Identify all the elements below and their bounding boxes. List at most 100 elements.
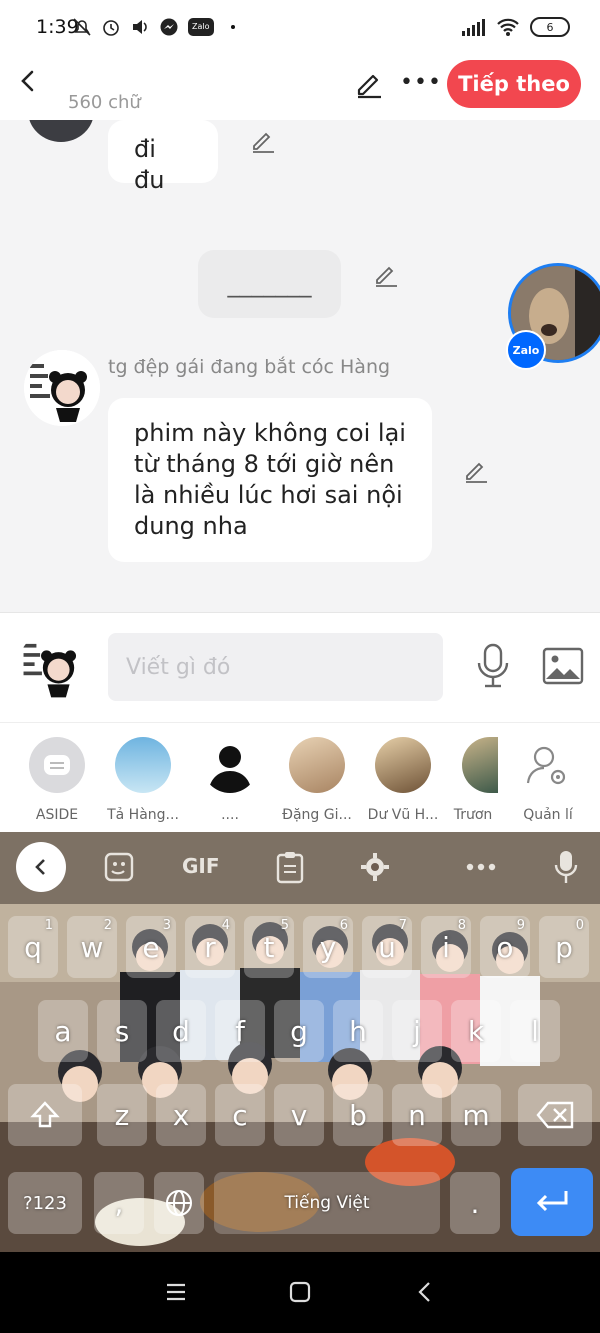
messenger-icon: [160, 18, 178, 36]
key-j[interactable]: j: [392, 1000, 442, 1062]
message-input[interactable]: [108, 633, 443, 701]
key-a[interactable]: a: [38, 1000, 88, 1062]
character-count: 560 chữ: [68, 92, 141, 113]
key-number: 5: [280, 918, 289, 933]
key-label: o: [496, 930, 514, 964]
comma-key[interactable]: ,: [94, 1172, 144, 1234]
status-bar: 1:39 Zalo 6: [0, 0, 600, 58]
more-icon[interactable]: [466, 862, 496, 872]
keyboard: GIF q1 w2 e3 r4 t5 y6 u7 i8 o9 p0 a s d …: [0, 832, 600, 1252]
gif-button[interactable]: GIF: [182, 854, 220, 878]
symbols-key[interactable]: ?123: [8, 1172, 82, 1234]
share-target[interactable]: Đặng Gi...: [277, 737, 357, 823]
key-label: q: [24, 930, 42, 964]
more-notifications-dot: [230, 25, 235, 29]
key-row-3: z x c v b n m: [0, 1084, 600, 1150]
key-t[interactable]: t5: [244, 916, 294, 978]
language-key[interactable]: [154, 1172, 204, 1234]
edit-message-icon[interactable]: [373, 262, 399, 288]
share-target[interactable]: ASIDE: [17, 737, 97, 823]
key-d[interactable]: d: [156, 1000, 206, 1062]
key-z[interactable]: z: [97, 1084, 147, 1146]
sticker-panda-icon: [18, 631, 88, 701]
sender-avatar: [24, 350, 100, 426]
next-button[interactable]: Tiếp theo: [447, 60, 581, 108]
key-label: t: [263, 930, 275, 964]
enter-key[interactable]: [511, 1168, 593, 1236]
key-p[interactable]: p0: [539, 916, 589, 978]
recent-apps-button[interactable]: [164, 1280, 188, 1304]
aside-icon: [29, 737, 85, 793]
back-button[interactable]: [14, 66, 44, 96]
key-number: 8: [457, 918, 466, 933]
message-bubble[interactable]: phim này không coi lại từ tháng 8 tới gi…: [108, 398, 432, 562]
backspace-key[interactable]: [518, 1084, 592, 1146]
share-target-label: ....: [221, 807, 239, 823]
key-number: 2: [103, 918, 112, 933]
microphone-button[interactable]: [474, 643, 512, 689]
contact-avatar: [289, 737, 345, 793]
share-target-label: Dư Vũ H...: [367, 807, 439, 823]
settings-icon[interactable]: [360, 852, 390, 882]
key-q[interactable]: q1: [8, 916, 58, 978]
share-target-label: Đặng Gi...: [282, 807, 352, 823]
contact-avatar: [115, 737, 171, 793]
key-h[interactable]: h: [333, 1000, 383, 1062]
manage-share-button[interactable]: Quản lí: [508, 737, 588, 823]
key-x[interactable]: x: [156, 1084, 206, 1146]
key-y[interactable]: y6: [303, 916, 353, 978]
share-target[interactable]: Tả Hàng...: [103, 737, 183, 823]
sticker-icon[interactable]: [104, 852, 134, 882]
message-bubble[interactable]: đi đu: [108, 120, 218, 194]
key-c[interactable]: c: [215, 1084, 265, 1146]
edit-message-icon[interactable]: [250, 128, 276, 154]
system-navigation-bar: [0, 1252, 600, 1333]
my-avatar: [18, 631, 88, 701]
editor-header: 560 chữ ••• Tiếp theo: [0, 58, 600, 120]
keyboard-collapse-button[interactable]: [16, 842, 66, 892]
key-label: u: [378, 930, 396, 964]
key-u[interactable]: u7: [362, 916, 412, 978]
image-button[interactable]: [542, 647, 584, 685]
home-button[interactable]: [288, 1280, 312, 1304]
status-right: 6: [462, 17, 570, 37]
key-m[interactable]: m: [451, 1084, 501, 1146]
key-k[interactable]: k: [451, 1000, 501, 1062]
key-number: 0: [575, 918, 584, 933]
edit-pen-button[interactable]: [354, 69, 384, 99]
key-s[interactable]: s: [97, 1000, 147, 1062]
key-b[interactable]: b: [333, 1084, 383, 1146]
key-w[interactable]: w2: [67, 916, 117, 978]
chevron-left-icon: [35, 859, 45, 875]
voice-input-icon[interactable]: [554, 850, 578, 884]
period-key[interactable]: .: [450, 1172, 500, 1234]
key-i[interactable]: i8: [421, 916, 471, 978]
key-f[interactable]: f: [215, 1000, 265, 1062]
key-label: r: [204, 930, 216, 964]
system-back-button[interactable]: [414, 1280, 438, 1304]
key-g[interactable]: g: [274, 1000, 324, 1062]
shift-key[interactable]: [8, 1084, 82, 1146]
share-target[interactable]: ....: [190, 737, 270, 823]
share-target[interactable]: Trươn: [438, 737, 508, 823]
key-n[interactable]: n: [392, 1084, 442, 1146]
more-options-button[interactable]: •••: [400, 70, 442, 95]
clipboard-icon[interactable]: [276, 850, 304, 884]
sender-name: tg đệp gái đang bắt cóc Hàng: [108, 356, 391, 378]
space-key[interactable]: Tiếng Việt: [214, 1172, 440, 1234]
composer-bar: [0, 612, 600, 722]
key-v[interactable]: v: [274, 1084, 324, 1146]
key-e[interactable]: e3: [126, 916, 176, 978]
key-row-1: q1 w2 e3 r4 t5 y6 u7 i8 o9 p0: [0, 916, 600, 982]
volume-icon: [133, 20, 147, 34]
contact-avatar: [202, 737, 258, 793]
key-l[interactable]: l: [510, 1000, 560, 1062]
key-number: 4: [221, 918, 230, 933]
alarm-icon: [103, 20, 119, 36]
share-target-label: Tả Hàng...: [107, 807, 179, 823]
share-target[interactable]: Dư Vũ H...: [363, 737, 443, 823]
edit-message-icon[interactable]: [463, 458, 489, 484]
key-r[interactable]: r4: [185, 916, 235, 978]
key-o[interactable]: o9: [480, 916, 530, 978]
message-bubble[interactable]: _______: [198, 250, 341, 318]
